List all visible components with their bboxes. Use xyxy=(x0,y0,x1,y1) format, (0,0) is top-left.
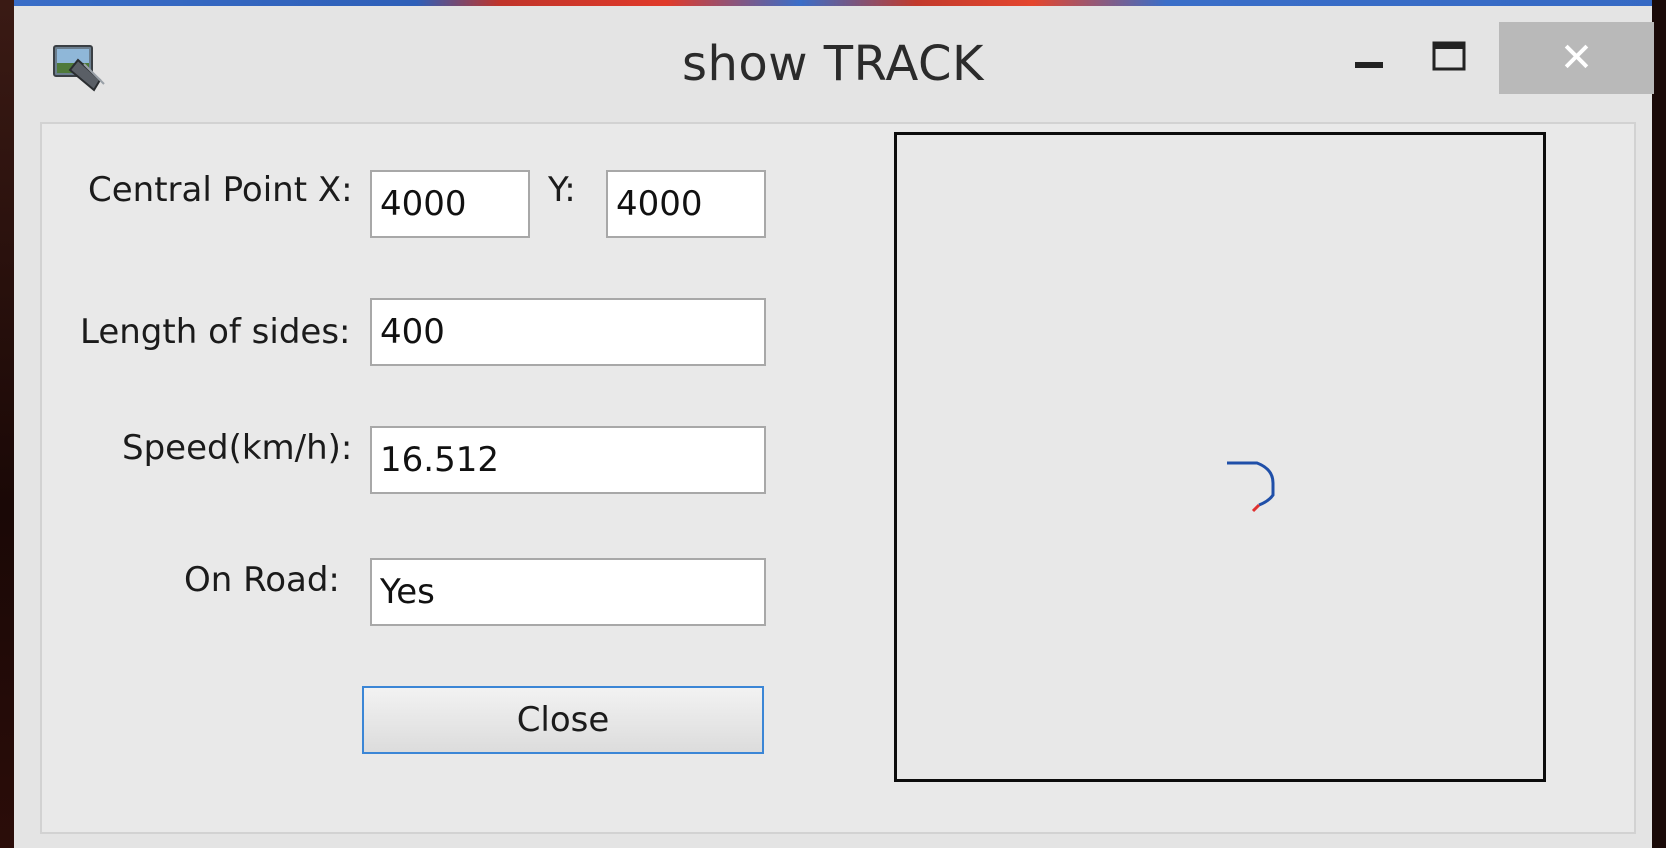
central-point-x-label: Central Point X: xyxy=(88,170,353,210)
central-point-y-label: Y: xyxy=(548,170,576,210)
minimize-icon xyxy=(1355,62,1383,68)
length-of-sides-label: Length of sides: xyxy=(80,312,351,352)
window-title: show TRACK xyxy=(681,36,985,92)
track-path xyxy=(1227,461,1275,507)
minimize-button[interactable] xyxy=(1334,22,1404,94)
window-close-button[interactable]: ✕ xyxy=(1499,22,1654,94)
show-track-window: show TRACK ✕ Central Point X: Y: Length … xyxy=(14,6,1654,848)
length-of-sides-field[interactable] xyxy=(370,298,766,366)
on-road-label: On Road: xyxy=(184,560,340,600)
track-plot xyxy=(1227,461,1275,513)
maximize-button[interactable] xyxy=(1414,22,1484,94)
central-point-x-field[interactable] xyxy=(370,170,530,238)
title-bar[interactable]: show TRACK ✕ xyxy=(14,6,1654,120)
track-canvas xyxy=(894,132,1546,782)
close-button[interactable]: Close xyxy=(362,686,764,754)
on-road-field[interactable] xyxy=(370,558,766,626)
maximize-icon xyxy=(1432,41,1466,71)
desktop-background-left xyxy=(0,0,14,848)
central-point-y-field[interactable] xyxy=(606,170,766,238)
desktop-background-right xyxy=(1652,0,1666,848)
client-area: Central Point X: Y: Length of sides: Spe… xyxy=(40,122,1636,834)
speed-label: Speed(km/h): xyxy=(122,428,353,468)
current-position-marker xyxy=(1251,503,1261,513)
close-icon: ✕ xyxy=(1559,35,1594,81)
speed-field[interactable] xyxy=(370,426,766,494)
